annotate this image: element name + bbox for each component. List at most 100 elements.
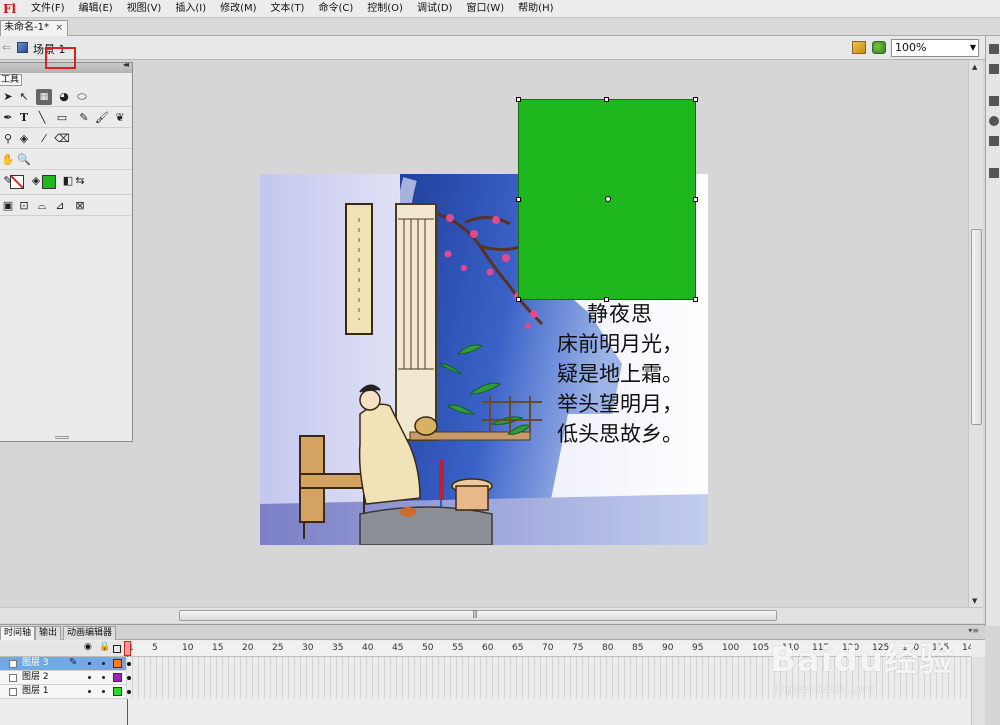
poem-line: 床前明月光，	[557, 332, 683, 356]
eye-icon[interactable]: ◉	[84, 642, 92, 652]
outline-icon[interactable]	[113, 645, 121, 653]
menu-commands[interactable]: 命令(C)	[311, 0, 360, 18]
panel-icon[interactable]	[989, 168, 999, 178]
zoom-select[interactable]: 100% ▼	[891, 39, 979, 57]
resize-handle[interactable]	[516, 297, 521, 302]
menu-modify[interactable]: 修改(M)	[213, 0, 263, 18]
scale-icon[interactable]: ⊠	[72, 198, 88, 214]
lock-icon[interactable]: 🔒	[99, 642, 110, 652]
bone-tool-icon[interactable]: ⚲	[0, 131, 16, 147]
frame-tick-label: 100	[722, 643, 740, 653]
layer-name[interactable]: 图层 1	[22, 685, 49, 698]
layer-color-swatch[interactable]	[113, 659, 122, 668]
snap-icon[interactable]: ⊡	[16, 198, 32, 214]
layer-color-swatch[interactable]	[113, 673, 122, 682]
back-arrow-icon[interactable]: ⇐	[2, 41, 11, 54]
menu-edit[interactable]: 编辑(E)	[72, 0, 120, 18]
tools-panel-tab[interactable]: 工具	[0, 74, 22, 86]
subselection-tool-icon[interactable]: ↖	[16, 89, 32, 105]
resize-grip[interactable]	[55, 436, 69, 439]
transform-center-point[interactable]	[605, 196, 611, 202]
scrollbar-thumb[interactable]: |||	[179, 609, 777, 621]
resize-handle[interactable]	[693, 297, 698, 302]
frame-tick-label: 55	[452, 643, 464, 653]
resize-handle[interactable]	[693, 97, 698, 102]
lock-dot[interactable]	[102, 662, 105, 665]
layer-row[interactable]: 图层 2	[0, 671, 126, 685]
scrollbar-thumb[interactable]	[971, 229, 982, 425]
visibility-dot[interactable]	[88, 676, 91, 679]
menu-window[interactable]: 窗口(W)	[459, 0, 511, 18]
resize-handle[interactable]	[516, 97, 521, 102]
pen-tool-icon[interactable]: ✒	[0, 110, 16, 126]
scroll-down-icon[interactable]: ▼	[972, 597, 977, 605]
menu-control[interactable]: 控制(O)	[360, 0, 410, 18]
smooth-icon[interactable]: ⌓	[34, 198, 50, 214]
deco-tool-icon[interactable]: ❦	[112, 110, 128, 126]
hand-tool-icon[interactable]: ✋	[0, 152, 16, 168]
object-drawing-icon[interactable]: ▣	[0, 198, 16, 214]
rectangle-tool-icon[interactable]: ▭	[54, 110, 70, 126]
panel-icon[interactable]	[989, 96, 999, 106]
menu-insert[interactable]: 插入(I)	[168, 0, 213, 18]
layer-row[interactable]: 图层 3 ✎	[0, 657, 126, 671]
resize-handle[interactable]	[604, 297, 609, 302]
panel-icon[interactable]	[989, 64, 999, 74]
resize-handle[interactable]	[604, 97, 609, 102]
tool-row: ✎ ◈ ◧ ⇆	[0, 171, 132, 195]
menu-bar: Fl 文件(F) 编辑(E) 视图(V) 插入(I) 修改(M) 文本(T) 命…	[0, 0, 1000, 18]
layer-name[interactable]: 图层 2	[22, 671, 49, 684]
layer-name[interactable]: 图层 3	[22, 657, 49, 670]
selection-tool-icon[interactable]: ➤	[0, 89, 16, 105]
visibility-dot[interactable]	[88, 662, 91, 665]
fill-color-swatch[interactable]	[42, 175, 56, 189]
paint-bucket-tool-icon[interactable]: ◈	[16, 131, 32, 147]
close-icon[interactable]: ×	[55, 21, 63, 35]
keyframe[interactable]	[127, 662, 131, 666]
brush-tool-icon[interactable]: 🖌	[94, 110, 110, 126]
line-tool-icon[interactable]: ╲	[34, 110, 50, 126]
pencil-tool-icon[interactable]: ✎	[76, 110, 92, 126]
menu-file[interactable]: 文件(F)	[24, 0, 72, 18]
lock-dot[interactable]	[102, 676, 105, 679]
poem-text[interactable]: 静夜思 床前明月光， 疑是地上霜。 举头望明月， 低头思故乡。	[532, 299, 708, 449]
edit-symbols-icon[interactable]	[852, 41, 866, 54]
panel-icon[interactable]	[989, 136, 999, 146]
scroll-up-icon[interactable]: ▲	[972, 63, 977, 71]
text-tool-icon[interactable]: T	[16, 110, 32, 126]
document-tab-bar: 未命名-1* ×	[0, 18, 1000, 36]
collapse-icon[interactable]: ◂◂	[123, 60, 129, 69]
panel-icon[interactable]	[989, 44, 999, 54]
layer-row[interactable]: 图层 1	[0, 685, 126, 699]
visibility-dot[interactable]	[88, 690, 91, 693]
playhead[interactable]	[124, 641, 131, 656]
lasso-tool-icon[interactable]: ⬭	[74, 89, 90, 105]
lock-dot[interactable]	[102, 690, 105, 693]
keyframe[interactable]	[127, 690, 131, 694]
menu-debug[interactable]: 调试(D)	[410, 0, 460, 18]
stage-vertical-scrollbar[interactable]: ▲ ▼	[968, 61, 983, 607]
resize-handle[interactable]	[516, 197, 521, 202]
stage-horizontal-scrollbar[interactable]: |||	[0, 607, 983, 623]
timeline-vertical-scrollbar[interactable]	[971, 657, 985, 725]
3d-rotation-tool-icon[interactable]: ◕	[56, 89, 72, 105]
info-icon[interactable]	[989, 116, 999, 126]
layer-color-swatch[interactable]	[113, 687, 122, 696]
keyframe[interactable]	[127, 676, 131, 680]
free-transform-tool-icon[interactable]: ▦	[36, 89, 52, 105]
tab-timeline[interactable]: 时间轴	[0, 626, 36, 640]
resize-handle[interactable]	[693, 197, 698, 202]
menu-help[interactable]: 帮助(H)	[511, 0, 560, 18]
tab-output[interactable]: 输出	[35, 626, 62, 640]
document-tab[interactable]: 未命名-1* ×	[0, 20, 68, 36]
menu-text[interactable]: 文本(T)	[264, 0, 312, 18]
edit-scene-icon[interactable]	[872, 41, 886, 54]
eraser-tool-icon[interactable]: ⌫	[54, 131, 70, 147]
straighten-icon[interactable]: ⊿	[52, 198, 68, 214]
stroke-color-swatch[interactable]	[10, 175, 24, 189]
menu-view[interactable]: 视图(V)	[120, 0, 169, 18]
zoom-tool-icon[interactable]: 🔍	[16, 152, 32, 168]
eyedropper-tool-icon[interactable]: ⁄	[36, 131, 52, 147]
swap-colors-icon[interactable]: ⇆	[72, 173, 88, 189]
tab-motion-editor[interactable]: 动画编辑器	[63, 626, 117, 640]
